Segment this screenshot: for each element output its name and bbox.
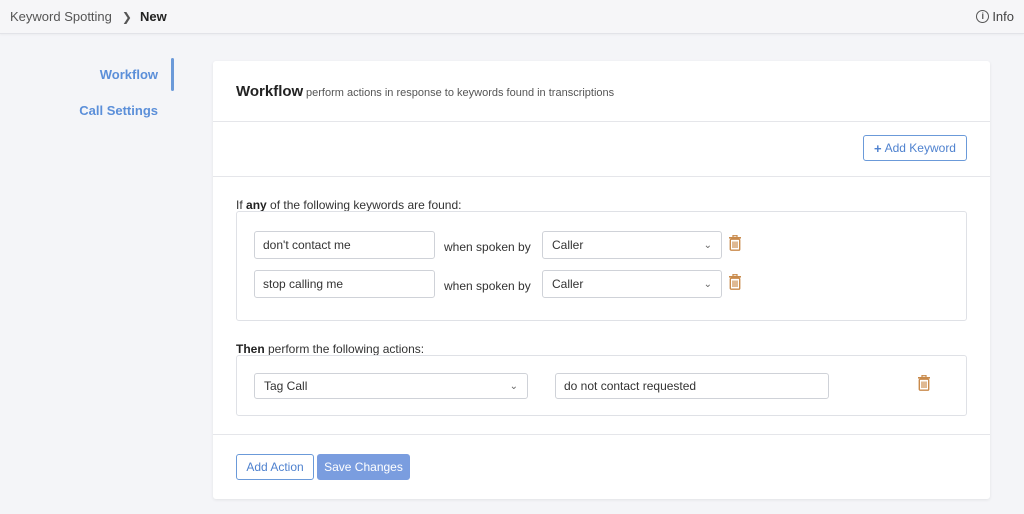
keywords-label-post: of the following keywords are found: <box>266 198 462 212</box>
card-header: Workflow perform actions in response to … <box>213 61 990 122</box>
info-icon: i <box>976 10 990 23</box>
actions-label: Then perform the following actions: <box>236 342 424 356</box>
add-keyword-button[interactable]: + Add Keyword <box>863 135 967 161</box>
sidenav-item-call-settings[interactable]: Call Settings <box>79 103 158 118</box>
speaker-select[interactable]: Caller ⌄ <box>542 270 722 298</box>
speaker-value: Caller <box>552 238 584 252</box>
spoken-by-label: when spoken by <box>444 279 531 293</box>
actions-label-bold: Then <box>236 342 265 356</box>
keyword-input[interactable]: stop calling me <box>254 270 435 298</box>
trash-icon[interactable] <box>917 375 931 391</box>
chevron-right-icon: ❯ <box>121 9 132 24</box>
keyword-input[interactable]: don't contact me <box>254 231 435 259</box>
info-label: Info <box>992 9 1014 24</box>
speaker-value: Caller <box>552 277 584 291</box>
keywords-label-bold: any <box>246 198 267 212</box>
keywords-panel: don't contact me when spoken by Caller ⌄… <box>236 211 967 321</box>
actions-panel: Tag Call ⌄ do not contact requested <box>236 355 967 416</box>
action-value-input[interactable]: do not contact requested <box>555 373 829 399</box>
action-type-select[interactable]: Tag Call ⌄ <box>254 373 528 399</box>
sidenav-item-workflow[interactable]: Workflow <box>100 67 158 82</box>
footer-divider <box>213 434 990 435</box>
action-type-value: Tag Call <box>264 379 308 393</box>
breadcrumb-parent[interactable]: Keyword Spotting <box>10 9 112 24</box>
active-indicator <box>171 58 174 91</box>
card-subtitle: perform actions in response to keywords … <box>306 87 615 99</box>
save-changes-button[interactable]: Save Changes <box>317 454 410 480</box>
trash-icon[interactable] <box>728 235 742 251</box>
speaker-select[interactable]: Caller ⌄ <box>542 231 722 259</box>
actions-label-post: perform the following actions: <box>264 342 425 356</box>
chevron-down-icon: ⌄ <box>703 239 712 251</box>
spoken-by-label: when spoken by <box>444 240 531 254</box>
add-action-button[interactable]: Add Action <box>236 454 314 480</box>
chevron-down-icon: ⌄ <box>509 380 518 392</box>
breadcrumb-current: New <box>139 9 167 24</box>
info-button[interactable]: i Info <box>976 9 1014 24</box>
chevron-down-icon: ⌄ <box>703 278 712 290</box>
top-bar: Keyword Spotting ❯ New i Info <box>0 0 1024 34</box>
workflow-card: Workflow perform actions in response to … <box>213 61 990 499</box>
keywords-label: If any of the following keywords are fou… <box>236 198 461 212</box>
card-title: Workflow <box>236 83 304 100</box>
trash-icon[interactable] <box>728 274 742 290</box>
add-keyword-label: Add Keyword <box>884 141 956 155</box>
keyword-toolbar: + Add Keyword <box>213 122 990 177</box>
breadcrumb: Keyword Spotting ❯ New <box>10 9 167 24</box>
plus-icon: + <box>874 140 882 156</box>
keywords-label-pre: If <box>236 198 247 212</box>
